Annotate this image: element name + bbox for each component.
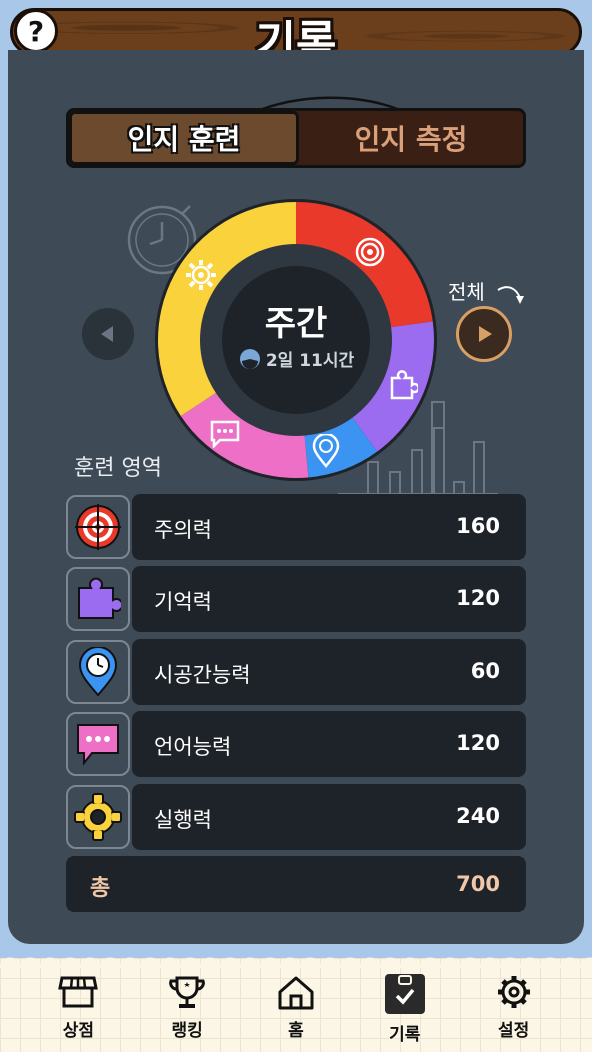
bottom-nav: 상점 랭킹 홈 기록 설정 <box>0 958 592 1052</box>
prev-period-button[interactable] <box>82 308 134 360</box>
nav-ranking[interactable]: 랭킹 <box>142 958 232 1052</box>
tab-bar: 인지 훈련 인지 측정 <box>66 108 526 168</box>
language-icon-box <box>66 712 130 776</box>
period-label: 주간 <box>264 304 328 344</box>
total-row: 총 700 <box>66 856 526 912</box>
nav-label: 상점 <box>62 1021 95 1041</box>
shop-icon <box>58 976 99 1008</box>
arrow-left-icon <box>101 326 113 342</box>
visuospatial-bar: 시공간능력 60 <box>132 639 526 705</box>
list-item-visuospatial[interactable]: 시공간능력 60 <box>66 639 526 705</box>
nav-shop[interactable]: 상점 <box>33 958 123 1052</box>
nav-scallop-edge <box>0 948 592 968</box>
area-value: 120 <box>456 731 500 755</box>
location-clock-icon <box>312 434 340 468</box>
area-value: 60 <box>470 659 500 683</box>
nav-label: 랭킹 <box>171 1021 203 1041</box>
visuospatial-icon-box <box>66 640 130 704</box>
nav-label: 설정 <box>497 1021 530 1041</box>
speech-bubble-icon <box>77 724 119 766</box>
area-name: 언어능력 <box>154 735 232 759</box>
list-item-memory[interactable]: 기억력 120 <box>66 566 526 632</box>
area-name: 기억력 <box>154 590 212 614</box>
area-name: 주의력 <box>154 518 212 542</box>
executive-icon-box <box>66 785 130 849</box>
clipboard-check-icon <box>384 974 425 1014</box>
tab-cognitive-training[interactable]: 인지 훈련 <box>69 111 299 165</box>
nav-records[interactable]: 기록 <box>360 958 450 1052</box>
all-label: 전체 <box>448 280 485 304</box>
play-icon <box>479 326 492 342</box>
target-icon <box>75 504 121 550</box>
list-item-executive[interactable]: 실행력 240 <box>66 784 526 850</box>
language-bar: 언어능력 120 <box>132 711 526 777</box>
nav-settings[interactable]: 설정 <box>469 958 559 1052</box>
clock-icon <box>239 348 260 369</box>
attention-bar: 주의력 160 <box>132 494 526 560</box>
area-value: 160 <box>456 514 500 538</box>
attention-icon-box <box>66 495 130 559</box>
curved-arrow-icon <box>497 286 524 304</box>
target-icon <box>355 237 385 267</box>
section-label: 훈련 영역 <box>74 456 162 481</box>
gear-icon <box>186 260 216 290</box>
area-value: 240 <box>456 804 500 828</box>
nav-label: 기록 <box>389 1025 421 1045</box>
area-value: 120 <box>456 586 500 610</box>
home-icon <box>278 976 314 1010</box>
memory-bar: 기억력 120 <box>132 566 526 632</box>
location-clock-icon <box>78 647 118 697</box>
duration-text: 2일 11시간 <box>265 351 355 371</box>
executive-bar: 실행력 240 <box>132 784 526 850</box>
puzzle-icon <box>390 370 418 400</box>
list-item-language[interactable]: 언어능력 120 <box>66 711 526 777</box>
total-value: 700 <box>456 872 500 896</box>
total-label: 총 <box>90 876 111 901</box>
settings-icon <box>497 976 530 1008</box>
trophy-icon <box>169 976 206 1008</box>
area-name: 실행력 <box>154 808 212 832</box>
area-name: 시공간능력 <box>154 663 251 687</box>
nav-home[interactable]: 홈 <box>251 958 341 1052</box>
duration-readout: 2일 11시간 <box>226 346 366 371</box>
tab-cognitive-measure[interactable]: 인지 측정 <box>299 111 523 165</box>
puzzle-icon <box>78 577 121 619</box>
memory-icon-box <box>66 567 130 631</box>
nav-label: 홈 <box>288 1021 304 1041</box>
list-item-attention[interactable]: 주의력 160 <box>66 494 526 560</box>
speech-bubble-icon <box>210 420 240 448</box>
next-period-button[interactable] <box>456 306 512 362</box>
gear-icon <box>74 793 122 841</box>
